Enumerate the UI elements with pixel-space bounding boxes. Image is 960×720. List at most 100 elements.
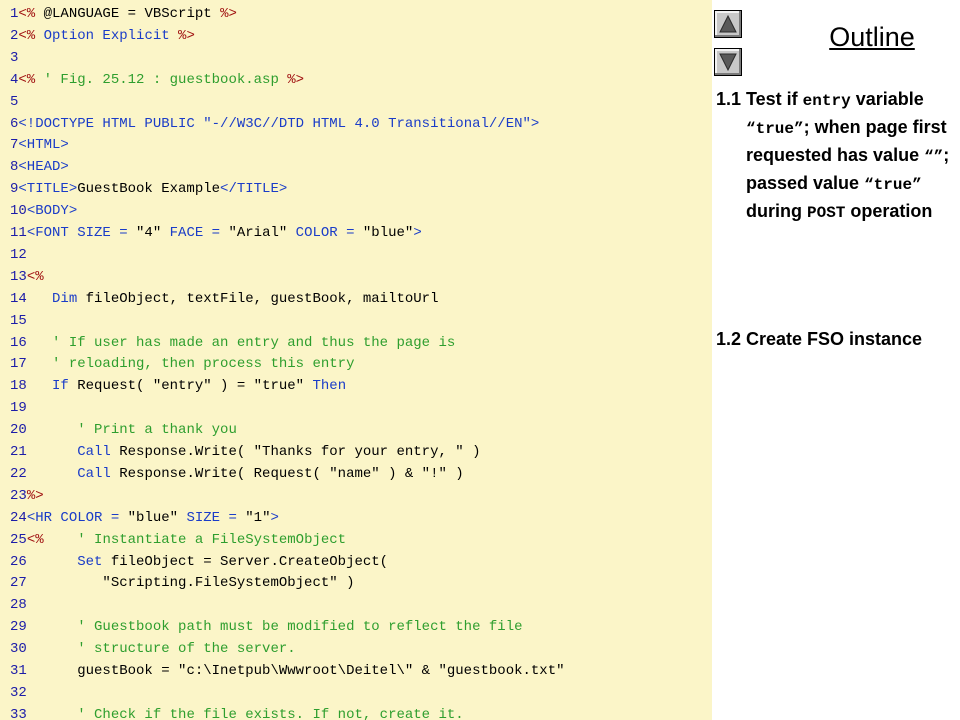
code-segment: <%	[18, 6, 44, 22]
outline-text: Create FSO instance	[746, 329, 923, 349]
code-line: 2<% Option Explicit %>	[10, 26, 195, 46]
outline-code-term: “true”	[746, 120, 804, 138]
code-line: 10<BODY>	[10, 201, 77, 221]
code-segment: </TITLE>	[220, 181, 288, 198]
code-line: 24<HR COLOR = "blue" SIZE = "1">	[10, 508, 279, 528]
code-segment: GuestBook Example	[77, 181, 221, 198]
code-segment: "-//W3C//DTD HTML 4.0 Transitional//EN"	[203, 115, 531, 132]
triangle-up-icon	[719, 15, 737, 33]
line-number: 32	[10, 684, 27, 701]
outline-code-term: “”	[924, 148, 944, 166]
line-number: 18	[10, 378, 27, 395]
code-listing: 1<% @LANGUAGE = VBScript %> 2<% Option Ex…	[0, 0, 712, 720]
line-number: 5	[10, 93, 19, 110]
code-line: 33 ' Check if the file exists. If not, c…	[10, 705, 464, 720]
next-slide-button[interactable]	[714, 48, 742, 76]
code-segment: Set	[26, 553, 111, 570]
code-segment: guestBook = "c:\Inetpub\Wwwroot\Deitel\"…	[26, 663, 565, 679]
code-line: 17 ' reloading, then process this entry	[10, 354, 354, 374]
code-segment: fileObject = Server.CreateObject(	[110, 553, 389, 570]
code-segment: ' Check if the file exists. If not, crea…	[26, 706, 464, 720]
code-line: 19	[10, 398, 27, 418]
code-line: 3	[10, 48, 18, 68]
code-line: 28	[10, 595, 27, 615]
line-number: 17	[10, 356, 27, 373]
code-segment: <TITLE>	[18, 181, 78, 198]
line-number: 30	[10, 641, 27, 658]
code-segment: If	[26, 378, 78, 395]
code-line: 5	[10, 92, 18, 112]
code-segment: ' reloading, then process this entry	[26, 356, 355, 373]
code-segment: <HR COLOR =	[26, 509, 128, 526]
line-number: 13	[10, 268, 27, 285]
code-line: 29 ' Guestbook path must be modified to …	[10, 617, 523, 637]
code-line: 18 If Request( "entry" ) = "true" Then	[10, 376, 346, 396]
code-segment: <HEAD>	[18, 159, 69, 176]
code-segment: >	[270, 509, 279, 526]
code-segment: <%	[18, 27, 44, 44]
code-line: 8<HEAD>	[10, 157, 69, 177]
line-number: 23	[10, 487, 27, 504]
line-number: 31	[10, 663, 27, 679]
line-number: 3	[10, 49, 19, 66]
code-segment: "Scripting.FileSystemObject" )	[26, 575, 355, 592]
line-number: 16	[10, 334, 27, 351]
code-segment: Response.Write( Request( "name" ) & "!" …	[119, 465, 464, 482]
outline-text: during	[746, 201, 807, 221]
code-segment: %>	[26, 487, 44, 504]
outline-code-term: POST	[807, 204, 846, 222]
line-number: 33	[10, 706, 27, 720]
outline-item-text: Create FSO instance	[746, 326, 956, 352]
line-number: 14	[10, 290, 27, 307]
code-segment: fileObject, textFile, guestBook, mailtoU…	[85, 290, 439, 307]
outline-text: operation	[845, 201, 933, 221]
code-segment: %>	[287, 71, 305, 88]
code-line: 26 Set fileObject = Server.CreateObject(	[10, 552, 388, 572]
line-number: 27	[10, 575, 27, 592]
outline-title: Outline	[829, 22, 915, 52]
code-line: 27 "Scripting.FileSystemObject" )	[10, 573, 354, 593]
code-segment: >	[530, 115, 540, 132]
line-number: 25	[10, 531, 27, 548]
code-segment: ' Fig. 25.12 : guestbook.asp	[43, 71, 288, 88]
line-number: 22	[10, 465, 27, 482]
code-segment: FACE =	[161, 225, 229, 241]
code-line: 4<% ' Fig. 25.12 : guestbook.asp %>	[10, 70, 304, 90]
code-segment: SIZE =	[178, 509, 246, 526]
code-line: 12	[10, 245, 27, 265]
code-line: 32	[10, 683, 27, 703]
code-segment: Dim	[26, 290, 86, 307]
outline-panel: Outline 1.1 Test if entry variable “true”…	[712, 0, 960, 720]
line-number: 28	[10, 597, 27, 614]
code-line: 6<!DOCTYPE HTML PUBLIC "-//W3C//DTD HTML…	[10, 114, 539, 134]
previous-slide-button[interactable]	[714, 10, 742, 38]
code-segment: <BODY>	[26, 203, 78, 220]
code-line: 25<% ' Instantiate a FileSystemObject	[10, 530, 346, 550]
code-segment: "1"	[245, 509, 271, 526]
code-segment: <HTML>	[18, 137, 69, 154]
outline-item-number: 1.2	[716, 329, 742, 349]
code-segment: COLOR =	[287, 225, 363, 241]
line-number: 19	[10, 400, 27, 417]
code-segment: <%	[26, 268, 44, 285]
code-line: 22 Call Response.Write( Request( "name" …	[10, 464, 464, 484]
outline-text: Test if	[746, 89, 803, 109]
code-segment: ' structure of the server.	[26, 641, 296, 658]
outline-item-number: 1.1	[716, 89, 742, 109]
line-number: 12	[10, 246, 27, 263]
code-segment: @LANGUAGE = VBScript	[43, 6, 221, 22]
code-line: 11<FONT SIZE = "4" FACE = "Arial" COLOR …	[10, 223, 422, 243]
code-segment: <FONT SIZE =	[26, 225, 137, 241]
triangle-down-icon	[719, 53, 737, 71]
line-number: 24	[10, 509, 27, 526]
code-segment: "blue"	[127, 509, 179, 526]
code-segment: Call	[26, 444, 120, 460]
code-segment: %>	[220, 6, 237, 22]
code-segment: Call	[26, 465, 120, 482]
code-segment: ' If user has made an entry and thus the…	[26, 334, 456, 351]
code-segment: "4"	[136, 225, 162, 241]
code-segment: ' Guestbook path must be modified to ref…	[26, 619, 523, 636]
code-segment: Then	[312, 378, 347, 395]
code-segment: <%	[18, 71, 44, 88]
code-line: 14 Dim fileObject, textFile, guestBook, …	[10, 289, 438, 309]
